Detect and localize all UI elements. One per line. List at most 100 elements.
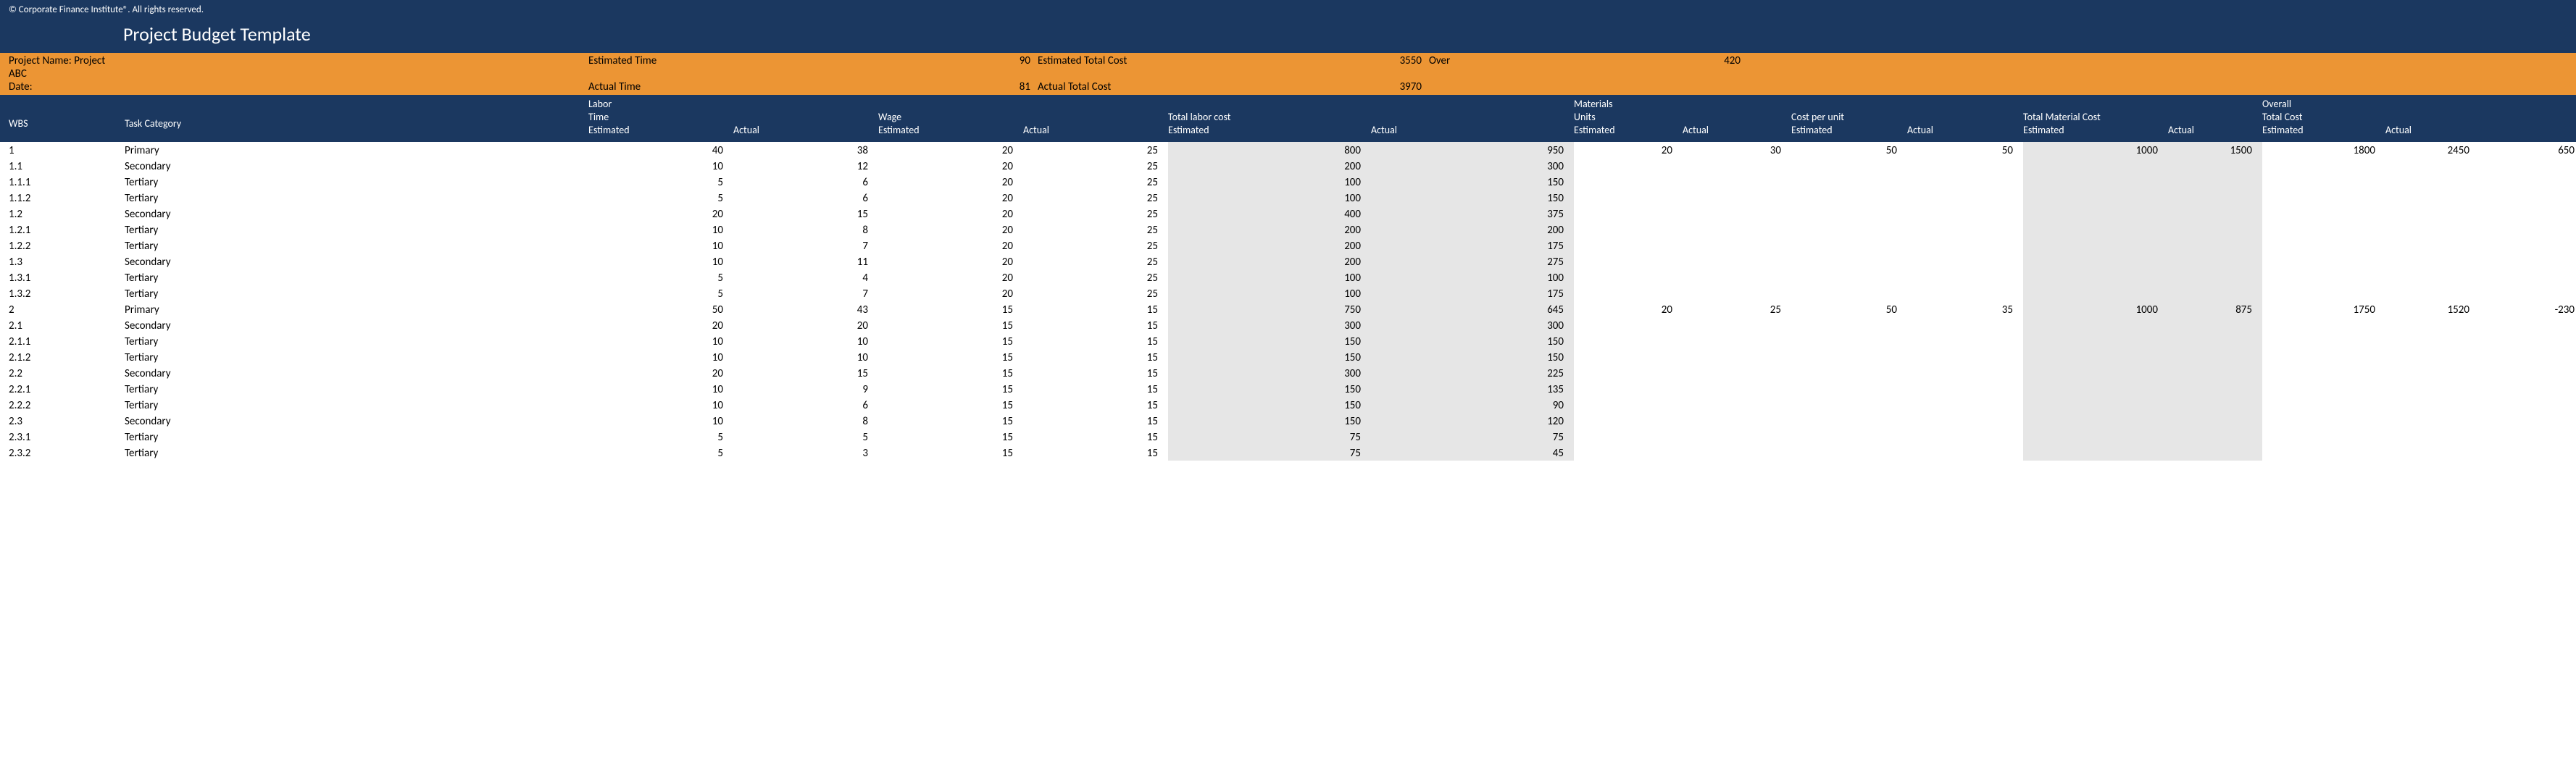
est-total-cost-label: Estimated Total Cost <box>1038 54 1371 80</box>
cell-oa <box>2385 190 2480 206</box>
cell-tle: 200 <box>1168 222 1371 238</box>
hdr-cpu: Cost per unit <box>1791 111 1907 124</box>
cell-tle: 750 <box>1168 301 1371 317</box>
cell-cpa <box>1907 253 2023 269</box>
cell-lta: 6 <box>733 397 878 413</box>
cell-wbs: 2.1 <box>9 317 125 333</box>
cell-lta: 8 <box>733 413 878 429</box>
cell-wa: 15 <box>1023 333 1168 349</box>
cell-oe <box>2262 238 2385 253</box>
cell-cpa <box>1907 445 2023 461</box>
cell-tle: 300 <box>1168 365 1371 381</box>
cell-wbs: 2.1.2 <box>9 349 125 365</box>
cell-var <box>2480 253 2576 269</box>
cell-lta: 6 <box>733 174 878 190</box>
cell-tle: 75 <box>1168 429 1371 445</box>
cell-we: 20 <box>878 158 1023 174</box>
cell-cpa <box>1907 158 2023 174</box>
cell-cpe <box>1791 445 1907 461</box>
cell-var <box>2480 397 2576 413</box>
cell-wbs: 2.2.1 <box>9 381 125 397</box>
cell-cpa <box>1907 269 2023 285</box>
cell-lte: 10 <box>588 333 733 349</box>
cell-tme <box>2023 269 2168 285</box>
cell-tma <box>2168 190 2262 206</box>
cell-lte: 5 <box>588 285 733 301</box>
cell-tma <box>2168 158 2262 174</box>
cell-mua <box>1683 429 1791 445</box>
cell-wbs: 1.1.2 <box>9 190 125 206</box>
cell-tme <box>2023 222 2168 238</box>
cell-oa <box>2385 253 2480 269</box>
cell-oa: 1520 <box>2385 301 2480 317</box>
cell-cpe <box>1791 429 1907 445</box>
cell-wa: 15 <box>1023 445 1168 461</box>
cell-we: 20 <box>878 253 1023 269</box>
hdr-cpa: Actual <box>1907 124 2023 137</box>
cell-oe <box>2262 222 2385 238</box>
cell-lta: 5 <box>733 429 878 445</box>
cell-wa: 25 <box>1023 269 1168 285</box>
table-row: 1.2.1Tertiary1082025200200 <box>0 222 2576 238</box>
cell-wbs: 1.3 <box>9 253 125 269</box>
cell-var <box>2480 381 2576 397</box>
cell-mue <box>1574 365 1683 381</box>
cell-mue <box>1574 413 1683 429</box>
cell-mue <box>1574 206 1683 222</box>
cell-var <box>2480 429 2576 445</box>
cell-wa: 15 <box>1023 365 1168 381</box>
cell-wbs: 2.3.1 <box>9 429 125 445</box>
cell-wbs: 2.1.1 <box>9 333 125 349</box>
cell-oe <box>2262 253 2385 269</box>
cell-mue <box>1574 285 1683 301</box>
over-value: 420 <box>1690 54 1748 80</box>
cell-we: 20 <box>878 142 1023 158</box>
hdr-total-mat: Total Material Cost <box>2023 111 2168 124</box>
cell-oe <box>2262 397 2385 413</box>
cell-mue <box>1574 253 1683 269</box>
cell-lte: 50 <box>588 301 733 317</box>
cell-task: Tertiary <box>125 445 588 461</box>
cell-tla: 150 <box>1371 190 1574 206</box>
cell-task: Tertiary <box>125 174 588 190</box>
cell-tme <box>2023 381 2168 397</box>
cell-lte: 20 <box>588 206 733 222</box>
copyright-text: © Corporate Finance Institute®. All righ… <box>9 4 204 15</box>
cell-wa: 25 <box>1023 238 1168 253</box>
cell-cpe <box>1791 222 1907 238</box>
cell-wbs: 1.2 <box>9 206 125 222</box>
project-name-label: Project Name: Project ABC <box>9 54 125 80</box>
cell-tle: 800 <box>1168 142 1371 158</box>
date-label: Date: <box>9 80 125 93</box>
cell-tma <box>2168 222 2262 238</box>
cell-cpe <box>1791 253 1907 269</box>
cell-oa <box>2385 397 2480 413</box>
cell-var <box>2480 190 2576 206</box>
cell-mue <box>1574 269 1683 285</box>
cell-mua: 25 <box>1683 301 1791 317</box>
cell-cpe <box>1791 285 1907 301</box>
table-row: 2Primary50431515750645202550351000875175… <box>0 301 2576 317</box>
cell-wa: 25 <box>1023 285 1168 301</box>
cell-wa: 25 <box>1023 222 1168 238</box>
cell-cpa <box>1907 285 2023 301</box>
cell-wbs: 2.2.2 <box>9 397 125 413</box>
cell-oe <box>2262 381 2385 397</box>
cell-we: 15 <box>878 365 1023 381</box>
cell-mue <box>1574 445 1683 461</box>
cell-var <box>2480 349 2576 365</box>
cell-tme <box>2023 365 2168 381</box>
cell-tma <box>2168 381 2262 397</box>
cell-lte: 10 <box>588 381 733 397</box>
cell-wbs: 2.3 <box>9 413 125 429</box>
cell-oa <box>2385 445 2480 461</box>
cell-task: Primary <box>125 301 588 317</box>
cell-oe <box>2262 158 2385 174</box>
cell-tme <box>2023 190 2168 206</box>
cell-wbs: 1.1 <box>9 158 125 174</box>
cell-tma <box>2168 333 2262 349</box>
cell-var <box>2480 269 2576 285</box>
cell-var <box>2480 158 2576 174</box>
cell-var <box>2480 238 2576 253</box>
cell-oe <box>2262 206 2385 222</box>
